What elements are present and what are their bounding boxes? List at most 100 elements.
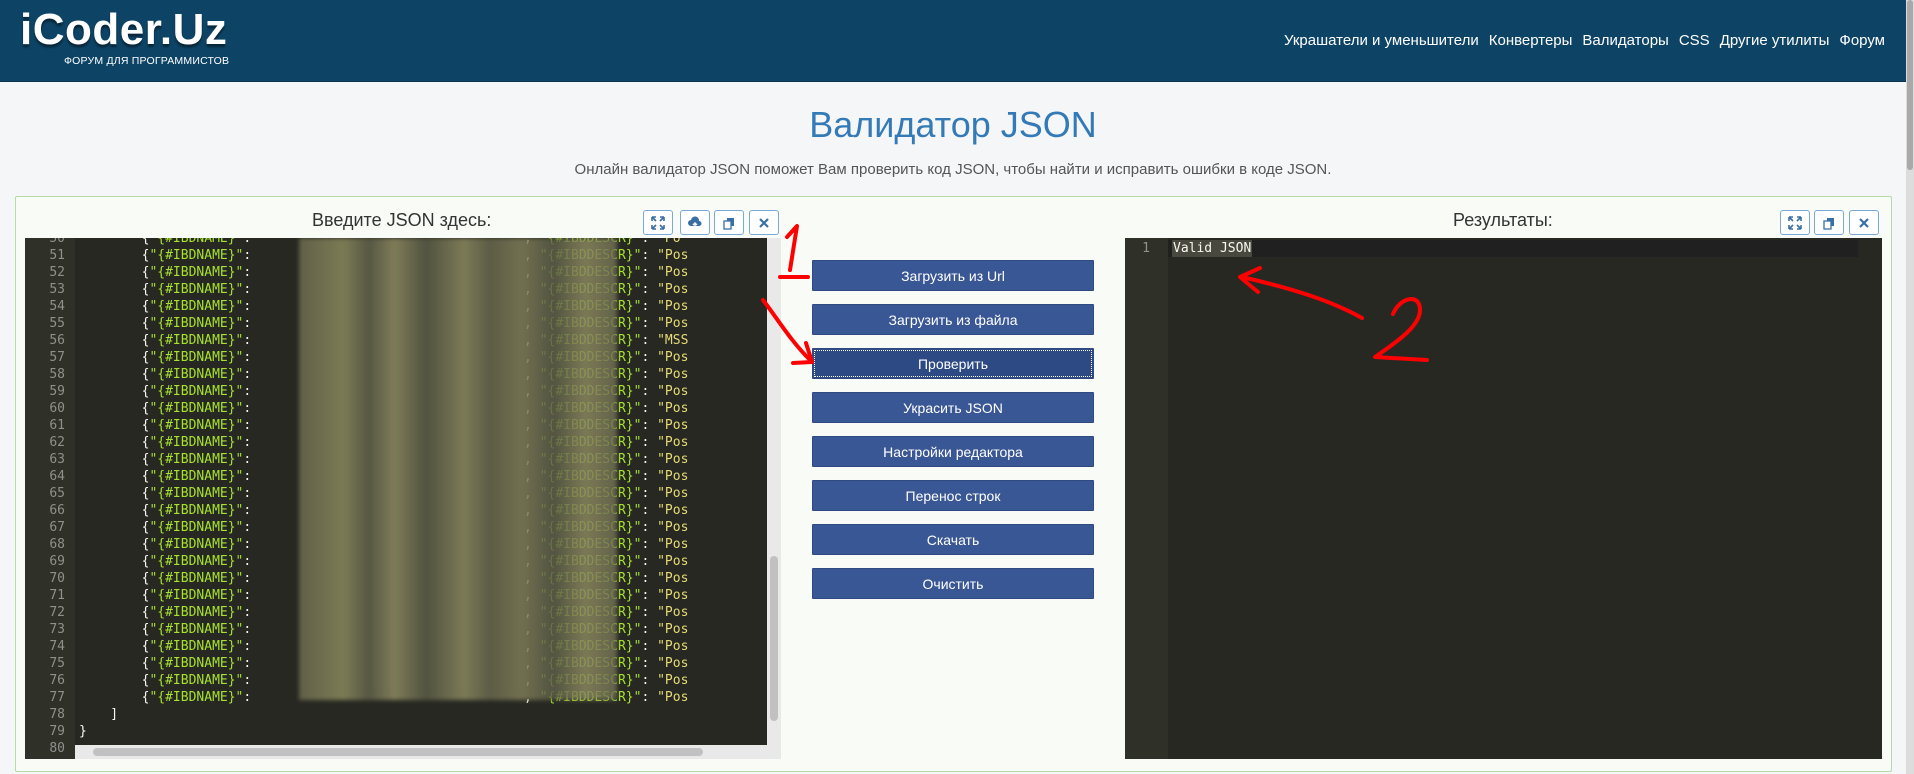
json-value: "Pos — [657, 367, 689, 382]
beautify-button[interactable]: Украсить JSON — [812, 392, 1094, 423]
download-button[interactable]: Скачать — [812, 524, 1094, 555]
json-value: "Pos — [657, 282, 689, 297]
result-line: 1 Valid JSON — [1125, 240, 1882, 257]
editor-vertical-scrollbar[interactable] — [767, 238, 781, 745]
nav-item-css[interactable]: CSS — [1679, 32, 1710, 49]
nav-item-validators[interactable]: Валидаторы — [1582, 32, 1668, 49]
result-clear-button[interactable] — [1849, 210, 1879, 235]
nav-item-other-utilities[interactable]: Другие утилиты — [1720, 32, 1830, 49]
json-value: "Pos — [657, 673, 689, 688]
json-value: "Pos — [657, 452, 689, 467]
code-text: ] — [79, 707, 119, 722]
clear-button[interactable]: Очистить — [812, 568, 1094, 599]
line-number: 76 — [49, 673, 65, 688]
json-key: "{#IBDNAME}" — [149, 656, 244, 671]
nav-item-forum[interactable]: Форум — [1839, 32, 1885, 49]
code-line: 78 ] — [25, 706, 767, 723]
editor-vertical-scrollbar-thumb[interactable] — [770, 556, 778, 721]
result-text[interactable]: Valid JSON — [1172, 240, 1253, 257]
copy-icon — [723, 217, 734, 230]
page-scrollbar-thumb[interactable] — [1907, 0, 1913, 170]
json-key: "{#IBDNAME}" — [149, 265, 244, 280]
json-key: "{#IBDNAME}" — [149, 588, 244, 603]
expand-icon — [1788, 215, 1802, 230]
json-key: "{#IBDNAME}" — [149, 673, 244, 688]
line-number: 55 — [49, 316, 65, 331]
json-key: "{#IBDNAME}" — [149, 248, 244, 263]
site-header: iCoder.Uz ФОРУМ ДЛЯ ПРОГРАММИСТОВ Украша… — [0, 0, 1906, 82]
result-fullscreen-button[interactable] — [1780, 210, 1810, 235]
line-number: 68 — [49, 537, 65, 552]
json-value: "Pos — [657, 622, 689, 637]
json-key: "{#IBDNAME}" — [149, 333, 244, 348]
editor-horizontal-scrollbar[interactable] — [75, 745, 781, 759]
line-number: 80 — [49, 741, 65, 756]
line-number: 62 — [49, 435, 65, 450]
json-value: "Pos — [657, 503, 689, 518]
json-value: "Pos — [657, 435, 689, 450]
line-number: 52 — [49, 265, 65, 280]
line-number: 56 — [49, 333, 65, 348]
nav-item-beautifiers[interactable]: Украшатели и уменьшители — [1284, 32, 1479, 49]
input-fullscreen-button[interactable] — [643, 210, 673, 235]
json-key: "{#IBDNAME}" — [149, 690, 244, 705]
line-number: 53 — [49, 282, 65, 297]
json-value: "Pos — [657, 605, 689, 620]
json-key: "{#IBDNAME}" — [149, 486, 244, 501]
line-number: 72 — [49, 605, 65, 620]
json-value: "Pos — [657, 248, 689, 263]
json-input-editor[interactable]: 50 {"{#IBDNAME}": , "{#IBDDESCR}": "Po51… — [25, 238, 781, 759]
json-value: "Pos — [657, 520, 689, 535]
line-number: 71 — [49, 588, 65, 603]
page-description: Онлайн валидатор JSON поможет Вам провер… — [574, 161, 1332, 178]
site-logo[interactable]: iCoder.Uz ФОРУМ ДЛЯ ПРОГРАММИСТОВ — [20, 6, 280, 72]
line-number: 77 — [49, 690, 65, 705]
validate-button[interactable]: Проверить — [812, 348, 1094, 379]
json-key: "{#IBDNAME}" — [149, 401, 244, 416]
page-scrollbar[interactable] — [1906, 0, 1914, 774]
json-key: "{#IBDNAME}" — [149, 537, 244, 552]
line-number: 54 — [49, 299, 65, 314]
json-value: "Pos — [657, 401, 689, 416]
input-upload-button[interactable] — [680, 210, 710, 235]
json-key: "{#IBDNAME}" — [149, 238, 244, 246]
word-wrap-button[interactable]: Перенос строк — [812, 480, 1094, 511]
json-value: "Pos — [657, 299, 689, 314]
line-number: 61 — [49, 418, 65, 433]
line-number: 50 — [49, 238, 65, 246]
line-number: 73 — [49, 622, 65, 637]
json-key: "{#IBDNAME}" — [149, 639, 244, 654]
json-value: "Pos — [657, 418, 689, 433]
editor-settings-button[interactable]: Настройки редактора — [812, 436, 1094, 467]
logo-subtitle: ФОРУМ ДЛЯ ПРОГРАММИСТОВ — [64, 55, 230, 67]
json-key: "{#IBDNAME}" — [149, 316, 244, 331]
json-result-editor[interactable]: 1 Valid JSON — [1125, 238, 1882, 759]
json-value: "Pos — [657, 469, 689, 484]
json-key: "{#IBDNAME}" — [149, 571, 244, 586]
code-text: } — [79, 724, 87, 739]
result-copy-button[interactable] — [1814, 210, 1844, 235]
json-value: "Pos — [657, 656, 689, 671]
line-number: 66 — [49, 503, 65, 518]
json-value: "Pos — [657, 554, 689, 569]
json-key: "{#IBDNAME}" — [149, 299, 244, 314]
line-number: 58 — [49, 367, 65, 382]
input-clear-button[interactable] — [749, 210, 779, 235]
json-key: "{#IBDNAME}" — [149, 350, 244, 365]
json-key: "{#IBDNAME}" — [149, 622, 244, 637]
json-value: "Pos — [657, 571, 689, 586]
active-line-highlight — [1168, 240, 1858, 257]
line-number: 51 — [49, 248, 65, 263]
json-value: "Pos — [657, 537, 689, 552]
json-key: "{#IBDNAME}" — [149, 418, 244, 433]
editor-horizontal-scrollbar-thumb[interactable] — [93, 748, 703, 756]
main-nav: Украшатели и уменьшители Конвертеры Вали… — [1274, 32, 1885, 49]
nav-item-converters[interactable]: Конвертеры — [1489, 32, 1573, 49]
input-copy-button[interactable] — [714, 210, 744, 235]
line-number: 60 — [49, 401, 65, 416]
json-key: "{#IBDNAME}" — [149, 367, 244, 382]
line-number: 79 — [49, 724, 65, 739]
line-number: 65 — [49, 486, 65, 501]
load-file-button[interactable]: Загрузить из файла — [812, 304, 1094, 335]
load-url-button[interactable]: Загрузить из Url — [812, 260, 1094, 291]
